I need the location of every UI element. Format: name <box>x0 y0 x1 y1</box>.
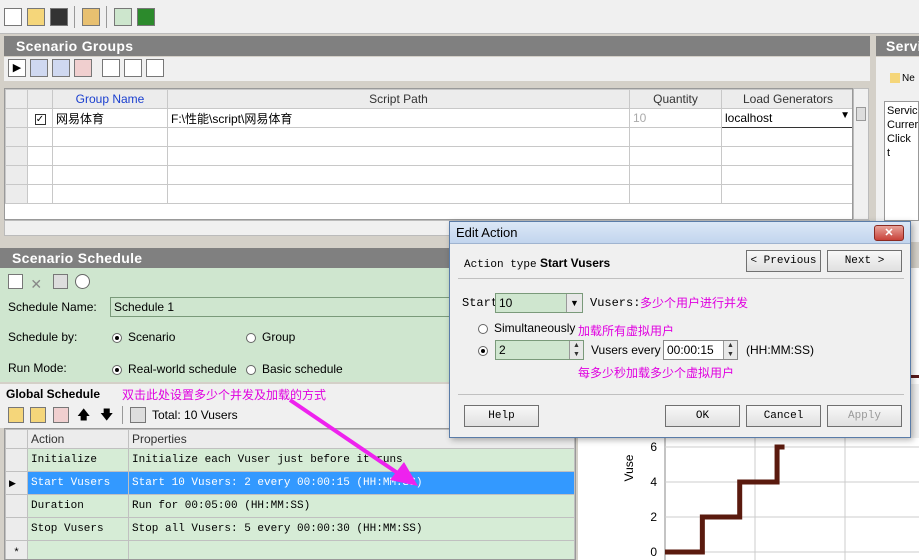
table-row[interactable]: ✓ 网易体育 F:\性能\script\网易体育 10 localhost ▼ <box>5 108 852 128</box>
run-mode-real-world-radio[interactable]: Real-world schedule <box>112 362 237 376</box>
rename-schedule-icon[interactable] <box>52 274 68 289</box>
new-scenario-icon[interactable] <box>4 8 22 26</box>
open-folder-icon[interactable] <box>27 8 45 26</box>
edit-action-icon[interactable] <box>8 407 24 423</box>
global-schedule-title: Global Schedule <box>6 387 101 401</box>
close-icon: ✕ <box>884 227 894 239</box>
col-group-name[interactable]: Group Name <box>52 89 168 109</box>
chart-ytick-label: 4 <box>650 475 657 489</box>
delete-schedule-icon[interactable]: ✕ <box>30 276 45 293</box>
stepper-arrows-icon[interactable]: ▲ ▼ <box>569 341 583 359</box>
start-count-select[interactable]: 10 ▼ <box>495 293 583 313</box>
time-stepper-arrows-icon[interactable]: ▲ ▼ <box>723 341 737 359</box>
action-type-label: Action type <box>464 259 537 271</box>
vusers-every-label: Vusers every <box>591 343 661 357</box>
edit-script-icon[interactable] <box>146 59 164 77</box>
dialog-title: Edit Action <box>456 225 518 240</box>
vusers-icon[interactable] <box>30 59 48 77</box>
play-icon[interactable]: ▶ <box>8 59 26 77</box>
clock-icon[interactable] <box>75 274 91 289</box>
analysis-icon[interactable] <box>114 8 132 26</box>
scenario-schedule-header: Scenario Schedule <box>0 248 450 268</box>
new-button[interactable]: Ne <box>890 73 915 84</box>
edit-action-dialog: Edit Action ✕ Action type Start Vusers <… <box>449 221 911 438</box>
previous-button[interactable]: < Previous <box>746 250 821 272</box>
chart-ylabel: Vuse <box>622 454 636 481</box>
note-concurrency: 多少个用户进行并发 <box>640 296 749 310</box>
vusers-chart: 0 2 4 6 Vuse <box>578 438 919 560</box>
chart-series-line <box>665 444 785 555</box>
groups-table: Group Name Script Path Quantity Load Gen… <box>4 88 853 220</box>
arrow-down-icon[interactable]: 🡇 <box>100 406 113 428</box>
interval-radio[interactable] <box>478 343 494 357</box>
total-vusers: Total: 10 Vusers <box>152 408 238 422</box>
schedule-by-label: Schedule by: <box>8 330 78 344</box>
every-count-stepper[interactable]: 2 ▲ ▼ <box>495 340 584 360</box>
chart-ytick-label: 2 <box>650 510 657 524</box>
add-vusers-icon[interactable] <box>52 59 70 77</box>
col-load-generators[interactable]: Load Generators <box>721 89 852 109</box>
chevron-down-icon: ▼ <box>840 110 850 121</box>
service-panel-header: Servi <box>876 36 919 56</box>
main-toolbar <box>0 0 919 34</box>
script-path-cell[interactable]: F:\性能\script\网易体育 <box>167 108 630 128</box>
chart-ytick-label: 0 <box>650 545 657 559</box>
arrow-up-icon[interactable]: 🡅 <box>77 406 90 428</box>
simultaneously-radio[interactable]: Simultaneously <box>478 321 575 335</box>
add-action-icon[interactable] <box>30 407 46 423</box>
graph-icon[interactable] <box>137 8 155 26</box>
next-button[interactable]: Next > <box>827 250 902 272</box>
note-interval: 每多少秒加载多少个虚拟用户 <box>578 366 735 380</box>
col-action[interactable]: Action <box>27 429 129 449</box>
cancel-button[interactable]: Cancel <box>746 405 821 427</box>
action-type-value: Start Vusers <box>539 256 611 270</box>
remove-vusers-icon[interactable] <box>74 59 92 77</box>
schedule-by-group-radio[interactable]: Group <box>246 330 295 344</box>
annotation-arrow <box>288 398 418 486</box>
delete-action-icon[interactable] <box>53 407 69 423</box>
apply-button[interactable]: Apply <box>827 405 902 427</box>
schedule-form: ✕ Schedule Name: Schedule 1 Schedule by:… <box>0 268 450 382</box>
schedule-toolbar: ✕ <box>8 274 91 293</box>
schedule-name-label: Schedule Name: <box>8 300 97 314</box>
view-script-icon[interactable] <box>124 59 142 77</box>
col-quantity[interactable]: Quantity <box>629 89 722 109</box>
vusers-label: Vusers: <box>590 296 641 310</box>
every-time-stepper[interactable]: 00:00:15 ▲ ▼ <box>663 340 738 360</box>
new-icon <box>890 73 900 84</box>
schedule-by-scenario-radio[interactable]: Scenario <box>112 330 175 344</box>
action-type: Action type Start Vusers <box>464 256 610 271</box>
help-button[interactable]: Help <box>464 405 539 427</box>
groups-toolbar: ▶ <box>4 57 870 81</box>
chevron-down-icon: ▼ <box>566 294 582 312</box>
results-icon[interactable] <box>82 8 100 26</box>
group-name-cell[interactable]: 网易体育 <box>52 108 168 128</box>
col-script-path[interactable]: Script Path <box>167 89 630 109</box>
copy-action-icon[interactable] <box>130 407 146 423</box>
details-icon[interactable] <box>102 59 120 77</box>
close-button[interactable]: ✕ <box>874 225 904 241</box>
chart-ytick-label: 6 <box>650 440 657 454</box>
dialog-titlebar[interactable]: Edit Action <box>450 222 910 244</box>
new-schedule-icon[interactable] <box>8 274 23 289</box>
save-icon[interactable] <box>50 8 68 26</box>
load-generator-select[interactable]: localhost ▼ <box>721 108 852 128</box>
quantity-cell[interactable]: 10 <box>629 108 722 128</box>
schedule-name-input[interactable]: Schedule 1 <box>110 297 450 317</box>
table-row-new[interactable]: * <box>5 540 575 559</box>
note-all-vusers: 加载所有虚拟用户 <box>578 324 675 338</box>
service-panel: Ne Servic Currer Click t <box>876 57 919 242</box>
table-row[interactable]: Duration Run for 00:05:00 (HH:MM:SS) <box>5 494 575 518</box>
ok-button[interactable]: OK <box>665 405 740 427</box>
time-format-label: (HH:MM:SS) <box>746 343 814 357</box>
groups-scrollbar[interactable] <box>853 88 869 220</box>
service-info-box: Servic Currer Click t <box>884 101 919 221</box>
start-label: Start <box>462 296 499 310</box>
table-row[interactable]: Stop Vusers Stop all Vusers: 5 every 00:… <box>5 517 575 541</box>
group-enabled-checkbox[interactable]: ✓ <box>27 108 53 128</box>
run-mode-basic-radio[interactable]: Basic schedule <box>246 362 343 376</box>
scenario-groups-header: Scenario Groups <box>4 36 870 56</box>
run-mode-label: Run Mode: <box>8 361 67 375</box>
chart-svg: 0 2 4 6 Vuse <box>622 438 919 560</box>
